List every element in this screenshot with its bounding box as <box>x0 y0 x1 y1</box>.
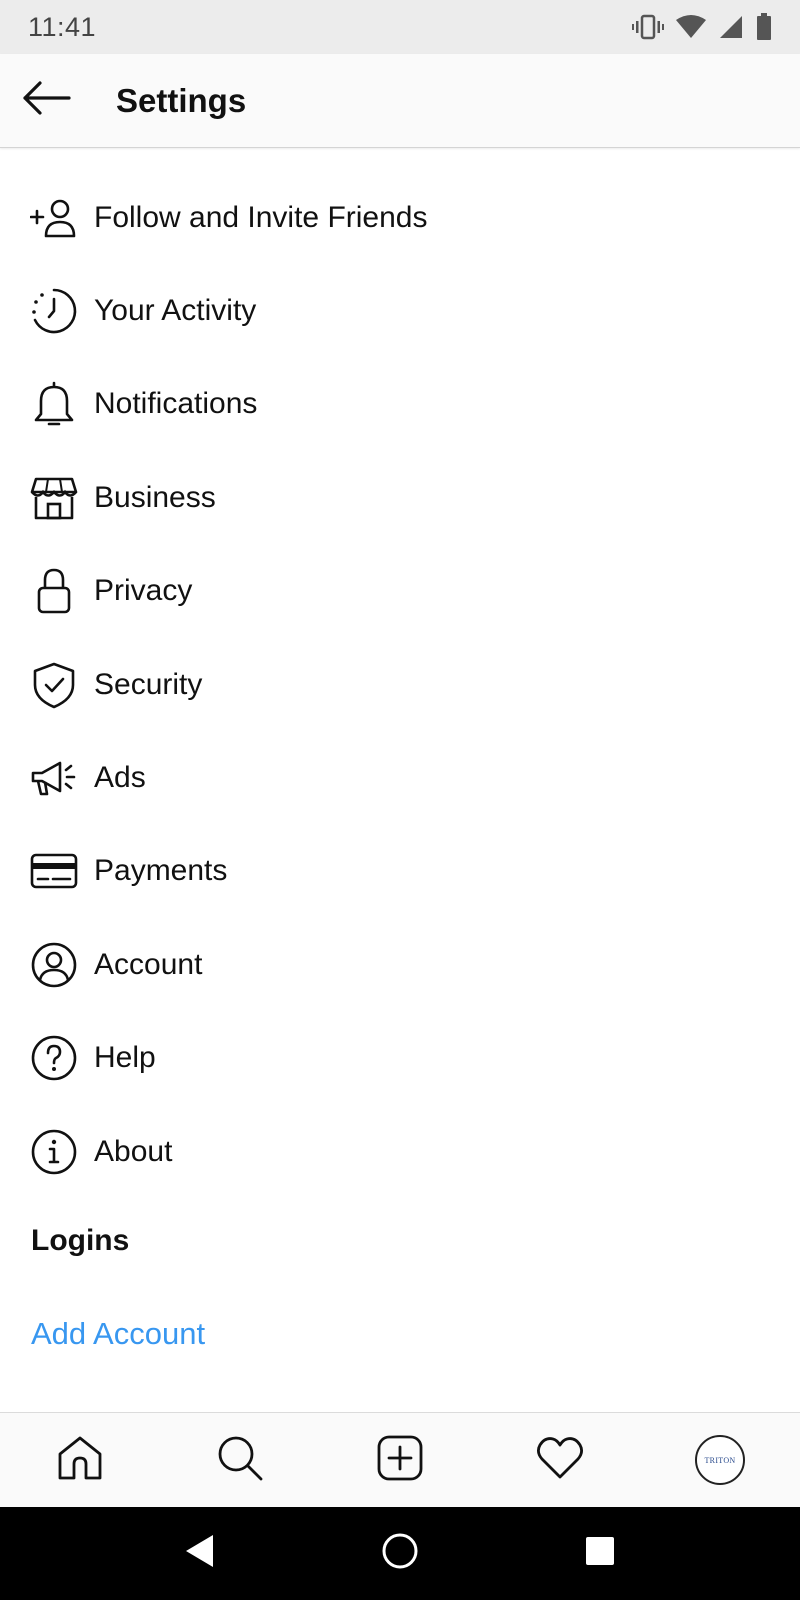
logins-section-header: Logins <box>31 1224 130 1257</box>
help-circle-icon <box>30 1034 78 1082</box>
settings-item-label: Help <box>94 1041 156 1075</box>
bottom-nav: TRITON <box>0 1412 800 1507</box>
avatar-text: TRITON <box>704 1455 736 1465</box>
settings-item-label: Business <box>94 480 216 514</box>
settings-item-label: Payments <box>94 854 228 888</box>
settings-item-business[interactable]: Business <box>0 451 800 544</box>
settings-item-account[interactable]: Account <box>0 918 800 1011</box>
system-recents-button[interactable] <box>560 1514 640 1594</box>
back-button[interactable] <box>0 54 94 148</box>
cell-signal-icon <box>718 14 744 40</box>
back-arrow-icon <box>23 81 71 120</box>
settings-item-your-activity[interactable]: Your Activity <box>0 264 800 357</box>
account-circle-icon <box>30 941 78 989</box>
info-circle-icon <box>30 1128 78 1176</box>
settings-item-label: Account <box>94 947 203 981</box>
new-post-icon <box>376 1434 424 1487</box>
nav-profile[interactable]: TRITON <box>680 1420 760 1500</box>
wifi-icon <box>676 15 706 39</box>
credit-card-icon <box>30 847 78 895</box>
settings-item-help[interactable]: Help <box>0 1012 800 1105</box>
battery-icon <box>756 13 772 41</box>
triangle-back-icon <box>185 1534 215 1573</box>
add-account-link[interactable]: Add Account <box>31 1316 205 1352</box>
status-icons <box>632 13 772 41</box>
megaphone-icon <box>30 754 78 802</box>
system-home-button[interactable] <box>360 1514 440 1594</box>
nav-new-post[interactable] <box>360 1420 440 1500</box>
system-nav-bar <box>0 1507 800 1600</box>
settings-item-label: About <box>94 1134 173 1168</box>
storefront-icon <box>30 474 78 522</box>
settings-item-label: Privacy <box>94 574 193 608</box>
settings-item-privacy[interactable]: Privacy <box>0 545 800 638</box>
settings-item-label: Notifications <box>94 387 258 421</box>
search-icon <box>216 1434 264 1487</box>
lock-icon <box>30 567 78 615</box>
home-icon <box>56 1434 104 1487</box>
add-person-icon <box>30 194 78 242</box>
square-recents-icon <box>585 1536 615 1571</box>
settings-item-follow-invite-friends[interactable]: Follow and Invite Friends <box>0 171 800 264</box>
settings-item-ads[interactable]: Ads <box>0 731 800 824</box>
nav-home[interactable] <box>40 1420 120 1500</box>
system-back-button[interactable] <box>160 1514 240 1594</box>
page-title: Settings <box>116 81 247 119</box>
settings-item-notifications[interactable]: Notifications <box>0 358 800 451</box>
settings-item-label: Your Activity <box>94 294 257 328</box>
status-time: 11:41 <box>28 11 97 42</box>
status-bar: 11:41 <box>0 0 800 54</box>
app-bar: Settings <box>0 54 800 148</box>
settings-item-security[interactable]: Security <box>0 638 800 731</box>
bell-icon <box>30 380 78 428</box>
settings-item-label: Follow and Invite Friends <box>94 200 428 234</box>
nav-search[interactable] <box>200 1420 280 1500</box>
settings-item-label: Security <box>94 667 203 701</box>
circle-home-icon <box>381 1532 419 1575</box>
activity-clock-icon <box>30 287 78 335</box>
settings-list: Follow and Invite Friends Your Activity … <box>0 171 800 1198</box>
profile-avatar: TRITON <box>695 1435 745 1485</box>
vibrate-icon <box>632 14 664 40</box>
settings-item-about[interactable]: About <box>0 1105 800 1198</box>
shield-check-icon <box>30 661 78 709</box>
settings-item-label: Ads <box>94 761 146 795</box>
settings-item-payments[interactable]: Payments <box>0 825 800 918</box>
activity-heart-icon <box>536 1436 584 1485</box>
nav-activity[interactable] <box>520 1420 600 1500</box>
